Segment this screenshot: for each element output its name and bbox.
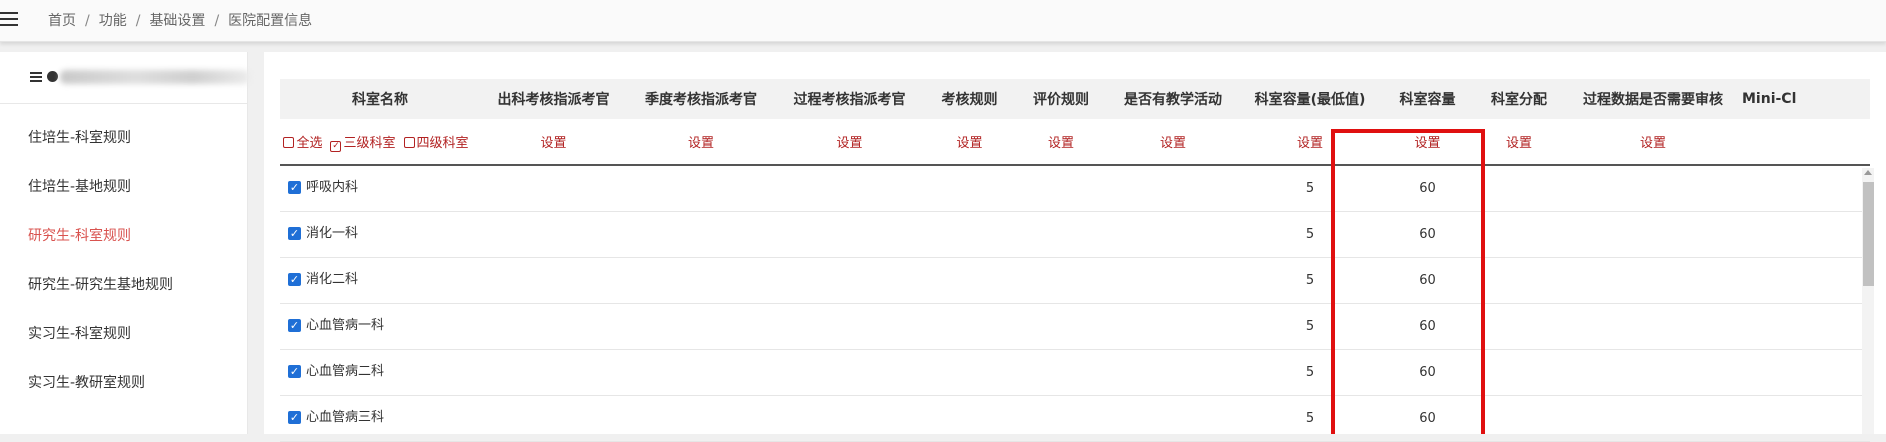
set-evaluation-rules-link[interactable]: 设置 bbox=[1048, 136, 1074, 151]
capacity-value: 60 bbox=[1381, 395, 1474, 442]
sidebar-item-resident-dept-rules[interactable]: 住培生-科室规则 bbox=[28, 127, 131, 147]
min-capacity-value: 5 bbox=[1239, 257, 1381, 304]
set-exit-exam-examiner-link[interactable]: 设置 bbox=[540, 136, 566, 151]
min-capacity-value: 5 bbox=[1239, 165, 1381, 212]
settings-row: 全选 ✓ 三级科室 四级科室 设置 设置 设置 设置 设置 设置 设置 设置 设置 设… bbox=[280, 119, 1870, 166]
min-capacity-value: 5 bbox=[1239, 349, 1381, 396]
checkbox-checked-icon: ✓ bbox=[330, 140, 342, 152]
checkbox-empty-icon bbox=[283, 136, 295, 148]
set-process-data-review-link[interactable]: 设置 bbox=[1640, 136, 1666, 151]
col-exit-exam-examiner: 出科考核指派考官 bbox=[480, 79, 627, 119]
dept-name: 呼吸内科 bbox=[306, 180, 359, 195]
dept-name: 消化二科 bbox=[306, 271, 359, 287]
sidebar-item-graduate-dept-rules[interactable]: 研究生-科室规则 bbox=[28, 225, 131, 245]
dept-name: 心血管病三科 bbox=[306, 409, 385, 425]
col-process-data-review: 过程数据是否需要审核 bbox=[1564, 79, 1742, 119]
col-dept-name: 科室名称 bbox=[280, 79, 480, 119]
col-min-capacity: 科室容量(最低值) bbox=[1239, 79, 1381, 119]
col-evaluation-rules: 评价规则 bbox=[1015, 79, 1107, 119]
col-capacity: 科室容量 bbox=[1381, 79, 1474, 119]
set-dept-allocation-link[interactable]: 设置 bbox=[1506, 136, 1532, 151]
row-checkbox[interactable]: ✓ bbox=[288, 272, 301, 286]
main-content: 科室名称 出科考核指派考官 季度考核指派考官 过程考核指派考官 考核规则 评价规… bbox=[264, 52, 1886, 442]
breadcrumb: 首页 / 功能 / 基础设置 / 医院配置信息 bbox=[48, 10, 312, 30]
set-min-capacity-link[interactable]: 设置 bbox=[1297, 136, 1323, 151]
checkbox-empty-icon bbox=[403, 136, 415, 148]
col-quarterly-exam-examiner: 季度考核指派考官 bbox=[627, 79, 775, 119]
col-mini-cex: Mini-Cl bbox=[1742, 79, 1870, 119]
sidebar-item-resident-base-rules[interactable]: 住培生-基地规则 bbox=[28, 176, 131, 196]
row-checkbox[interactable]: ✓ bbox=[288, 226, 301, 240]
breadcrumb-separator: / bbox=[135, 13, 141, 29]
sidebar-item-intern-teaching-rules[interactable]: 实习生-教研室规则 bbox=[28, 372, 145, 392]
col-process-exam-examiner: 过程考核指派考官 bbox=[775, 79, 924, 119]
sidebar-item-graduate-base-rules[interactable]: 研究生-研究生基地规则 bbox=[28, 274, 173, 294]
set-exam-rules-link[interactable]: 设置 bbox=[956, 136, 982, 151]
set-quarterly-exam-examiner-link[interactable]: 设置 bbox=[688, 136, 714, 151]
row-checkbox[interactable]: ✓ bbox=[288, 318, 301, 332]
list-icon bbox=[30, 72, 42, 82]
col-exam-rules: 考核规则 bbox=[924, 79, 1015, 119]
menu-icon[interactable] bbox=[0, 12, 18, 26]
dept-name: 心血管病二科 bbox=[306, 363, 385, 379]
scroll-up-arrow-icon[interactable] bbox=[1864, 170, 1872, 175]
capacity-value: 60 bbox=[1381, 165, 1474, 212]
table-row: ✓ 心血管病二科 5 60 bbox=[280, 349, 1870, 396]
breadcrumb-function[interactable]: 功能 bbox=[99, 13, 127, 29]
capacity-value: 60 bbox=[1381, 303, 1474, 350]
filter-options: 全选 ✓ 三级科室 四级科室 bbox=[280, 119, 480, 166]
filter-level3-dept[interactable]: ✓ 三级科室 bbox=[330, 136, 396, 152]
capacity-value: 60 bbox=[1381, 211, 1474, 258]
col-teaching-activity: 是否有教学活动 bbox=[1107, 79, 1239, 119]
table-header-row: 科室名称 出科考核指派考官 季度考核指派考官 过程考核指派考官 考核规则 评价规… bbox=[280, 79, 1870, 119]
scrollbar-thumb[interactable] bbox=[1863, 182, 1874, 286]
set-capacity-link[interactable]: 设置 bbox=[1414, 136, 1440, 151]
filter-select-all[interactable]: 全选 bbox=[283, 136, 322, 151]
set-process-exam-examiner-link[interactable]: 设置 bbox=[836, 136, 862, 151]
table-row: ✓ 消化一科 5 60 bbox=[280, 211, 1870, 258]
sidebar: 住培生-科室规则 住培生-基地规则 研究生-科室规则 研究生-研究生基地规则 实… bbox=[0, 52, 250, 434]
capacity-value: 60 bbox=[1381, 349, 1474, 396]
set-teaching-activity-link[interactable]: 设置 bbox=[1160, 136, 1186, 151]
row-checkbox[interactable]: ✓ bbox=[288, 410, 301, 424]
row-checkbox[interactable]: ✓ bbox=[288, 181, 301, 194]
dept-name: 消化一科 bbox=[306, 225, 359, 241]
breadcrumb-separator: / bbox=[85, 13, 90, 29]
avatar bbox=[47, 71, 58, 82]
table-row: ✓ 心血管病一科 5 60 bbox=[280, 303, 1870, 350]
dept-name: 心血管病一科 bbox=[306, 317, 385, 333]
table-row: ✓ 消化二科 5 60 bbox=[280, 257, 1870, 304]
col-dept-allocation: 科室分配 bbox=[1474, 79, 1564, 119]
filter-level4-dept[interactable]: 四级科室 bbox=[403, 136, 469, 151]
top-bar: 首页 / 功能 / 基础设置 / 医院配置信息 bbox=[0, 0, 1886, 42]
min-capacity-value: 5 bbox=[1239, 395, 1381, 442]
min-capacity-value: 5 bbox=[1239, 303, 1381, 350]
breadcrumb-home[interactable]: 首页 bbox=[48, 13, 76, 29]
table-row: ✓ 心血管病三科 5 60 bbox=[280, 395, 1870, 442]
sidebar-item-intern-dept-rules[interactable]: 实习生-科室规则 bbox=[28, 323, 131, 343]
sidebar-header bbox=[0, 52, 250, 104]
department-config-table: 科室名称 出科考核指派考官 季度考核指派考官 过程考核指派考官 考核规则 评价规… bbox=[280, 79, 1870, 442]
min-capacity-value: 5 bbox=[1239, 211, 1381, 258]
capacity-value: 60 bbox=[1381, 257, 1474, 304]
breadcrumb-basic-settings[interactable]: 基础设置 bbox=[149, 13, 205, 29]
row-checkbox[interactable]: ✓ bbox=[288, 364, 301, 378]
redacted-hospital-name bbox=[60, 70, 250, 84]
breadcrumb-current: 医院配置信息 bbox=[228, 13, 313, 29]
table-row: ✓ 呼吸内科 5 60 bbox=[280, 165, 1870, 212]
breadcrumb-separator: / bbox=[214, 13, 220, 29]
